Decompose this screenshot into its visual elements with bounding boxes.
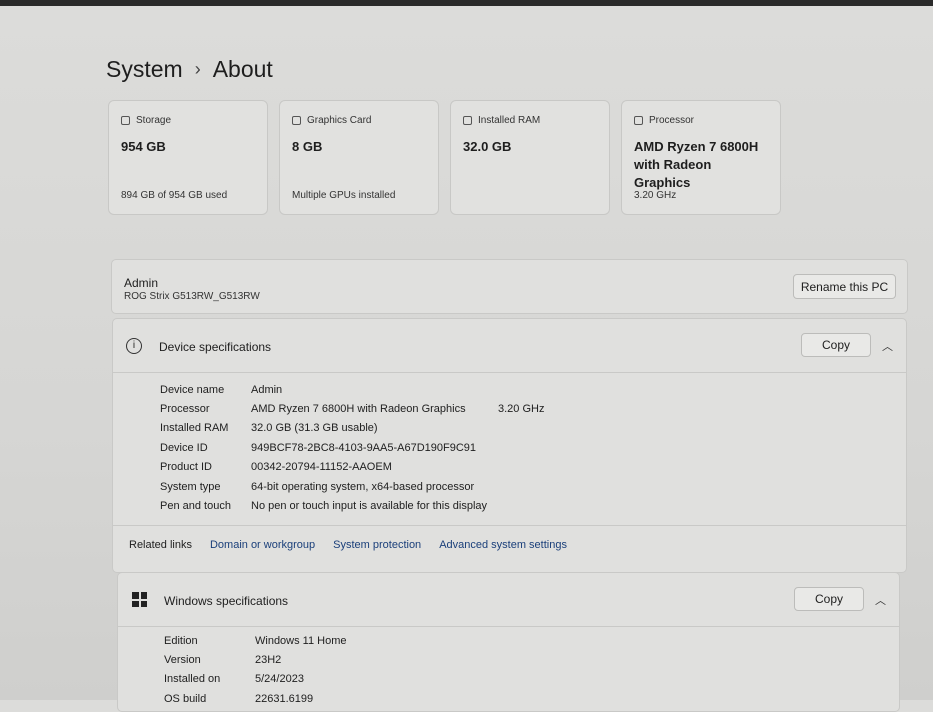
- rename-pc-button[interactable]: Rename this PC: [793, 274, 896, 299]
- device-specs-panel: i Device specifications Copy ︿ Device na…: [112, 318, 907, 573]
- card-value: 8 GB: [292, 139, 323, 154]
- card-sub: 3.20 GHz: [634, 190, 677, 201]
- spec-row: Device ID 949BCF78-2BC8-4103-9AA5-A67D190…: [160, 438, 544, 457]
- spec-key: Device name: [160, 383, 225, 396]
- spec-value: 00342-20794-11152-AAOEM: [251, 461, 392, 474]
- device-specs-header[interactable]: i Device specifications Copy ︿: [113, 319, 906, 373]
- card-value: AMD Ryzen 7 6800H with Radeon Graphics: [634, 139, 759, 190]
- chevron-right-icon: ›: [194, 59, 201, 79]
- spec-value: Admin: [251, 383, 283, 396]
- card-value: 32.0 GB: [463, 139, 512, 154]
- spec-key: System type: [160, 480, 221, 493]
- related-links-label: Related links: [129, 539, 192, 551]
- advanced-system-settings-link[interactable]: Advanced system settings: [439, 539, 567, 551]
- spec-key: OS build: [164, 692, 207, 705]
- spec-row: Device name Admin: [160, 380, 544, 399]
- info-icon: i: [126, 338, 142, 354]
- spec-value: 949BCF78-2BC8-4103-9AA5-A67D190F9C91: [251, 441, 477, 454]
- spec-row: OS build 22631.6199: [164, 689, 347, 708]
- card-label: Storage: [136, 115, 172, 126]
- spec-key: Installed RAM: [160, 422, 229, 435]
- spec-key: Product ID: [160, 461, 212, 474]
- spec-value: 32.0 GB (31.3 GB usable): [251, 422, 378, 435]
- storage-card[interactable]: Storage 954 GB 894 GB of 954 GB used: [108, 100, 268, 215]
- spec-row: Processor AMD Ryzen 7 6800H with Radeon G…: [160, 399, 544, 418]
- divider: [113, 525, 906, 526]
- pc-model: ROG Strix G513RW_G513RW: [124, 291, 260, 302]
- spec-value: Windows 11 Home: [255, 634, 347, 647]
- spec-row: Version 23H2: [164, 650, 347, 669]
- card-sub: 894 GB of 954 GB used: [121, 190, 228, 201]
- breadcrumb-system[interactable]: System: [106, 56, 183, 83]
- spec-row: Edition Windows 11 Home: [164, 631, 347, 650]
- system-protection-link[interactable]: System protection: [333, 539, 421, 551]
- card-sub: Multiple GPUs installed: [292, 190, 396, 201]
- spec-key: Version: [164, 654, 201, 667]
- processor-icon: [634, 116, 643, 125]
- section-title: Windows specifications: [164, 594, 289, 608]
- spec-value: 23H2: [255, 654, 282, 667]
- spec-row: Installed RAM 32.0 GB (31.3 GB usable): [160, 419, 544, 438]
- spec-row: System type 64-bit operating system, x64-…: [160, 477, 544, 496]
- pc-name: Admin: [124, 276, 159, 290]
- pc-name-panel: Admin ROG Strix G513RW_G513RW Rename thi…: [111, 259, 908, 314]
- spec-key: Pen and touch: [160, 500, 231, 513]
- spec-key: Device ID: [160, 441, 208, 454]
- screen-bezel: [0, 0, 933, 6]
- card-value: 954 GB: [121, 139, 166, 154]
- section-title: Device specifications: [159, 340, 272, 354]
- spec-value: 5/24/2023: [255, 673, 304, 686]
- page-title: About: [212, 56, 273, 82]
- graphics-card-card[interactable]: Graphics Card 8 GB Multiple GPUs install…: [279, 100, 439, 215]
- card-label: Installed RAM: [478, 115, 541, 126]
- breadcrumb: System › About: [106, 56, 273, 83]
- card-label: Processor: [649, 115, 695, 126]
- spec-row: Installed on 5/24/2023: [164, 670, 347, 689]
- storage-icon: [121, 116, 130, 125]
- ram-icon: [463, 116, 472, 125]
- windows-specs-panel: Windows specifications Copy ︿ Edition Win…: [117, 572, 900, 712]
- spec-extra: 3.20 GHz: [498, 403, 545, 416]
- device-specs-list: Device name Admin Processor AMD Ryzen 7 68…: [160, 380, 544, 516]
- spec-key: Installed on: [164, 673, 221, 686]
- spec-row: Product ID 00342-20794-11152-AAOEM: [160, 458, 544, 477]
- processor-card[interactable]: Processor AMD Ryzen 7 6800H with Radeon …: [621, 100, 781, 215]
- windows-specs-header[interactable]: Windows specifications Copy ︿: [118, 573, 899, 627]
- card-label: Graphics Card: [307, 115, 372, 126]
- chevron-up-icon[interactable]: ︿: [882, 338, 893, 354]
- spec-key: Processor: [160, 403, 210, 416]
- graphics-card-icon: [292, 116, 301, 125]
- spec-row: Pen and touch No pen or touch input is av…: [160, 496, 544, 515]
- spec-value: No pen or touch input is available for t…: [251, 500, 488, 513]
- spec-value: 64-bit operating system, x64-based proce…: [251, 480, 475, 493]
- ram-card[interactable]: Installed RAM 32.0 GB: [450, 100, 610, 215]
- spec-key: Edition: [164, 634, 198, 647]
- chevron-up-icon[interactable]: ︿: [875, 592, 886, 608]
- related-links: Related links Domain or workgroup System…: [129, 539, 567, 551]
- spec-value: AMD Ryzen 7 6800H with Radeon Graphics: [251, 403, 466, 416]
- windows-specs-list: Edition Windows 11 Home Version 23H2 Insta…: [164, 631, 347, 709]
- windows-logo-icon: [132, 592, 147, 607]
- copy-device-specs-button[interactable]: Copy: [801, 333, 871, 357]
- domain-workgroup-link[interactable]: Domain or workgroup: [210, 539, 315, 551]
- copy-windows-specs-button[interactable]: Copy: [794, 587, 864, 611]
- spec-value: 22631.6199: [255, 692, 314, 705]
